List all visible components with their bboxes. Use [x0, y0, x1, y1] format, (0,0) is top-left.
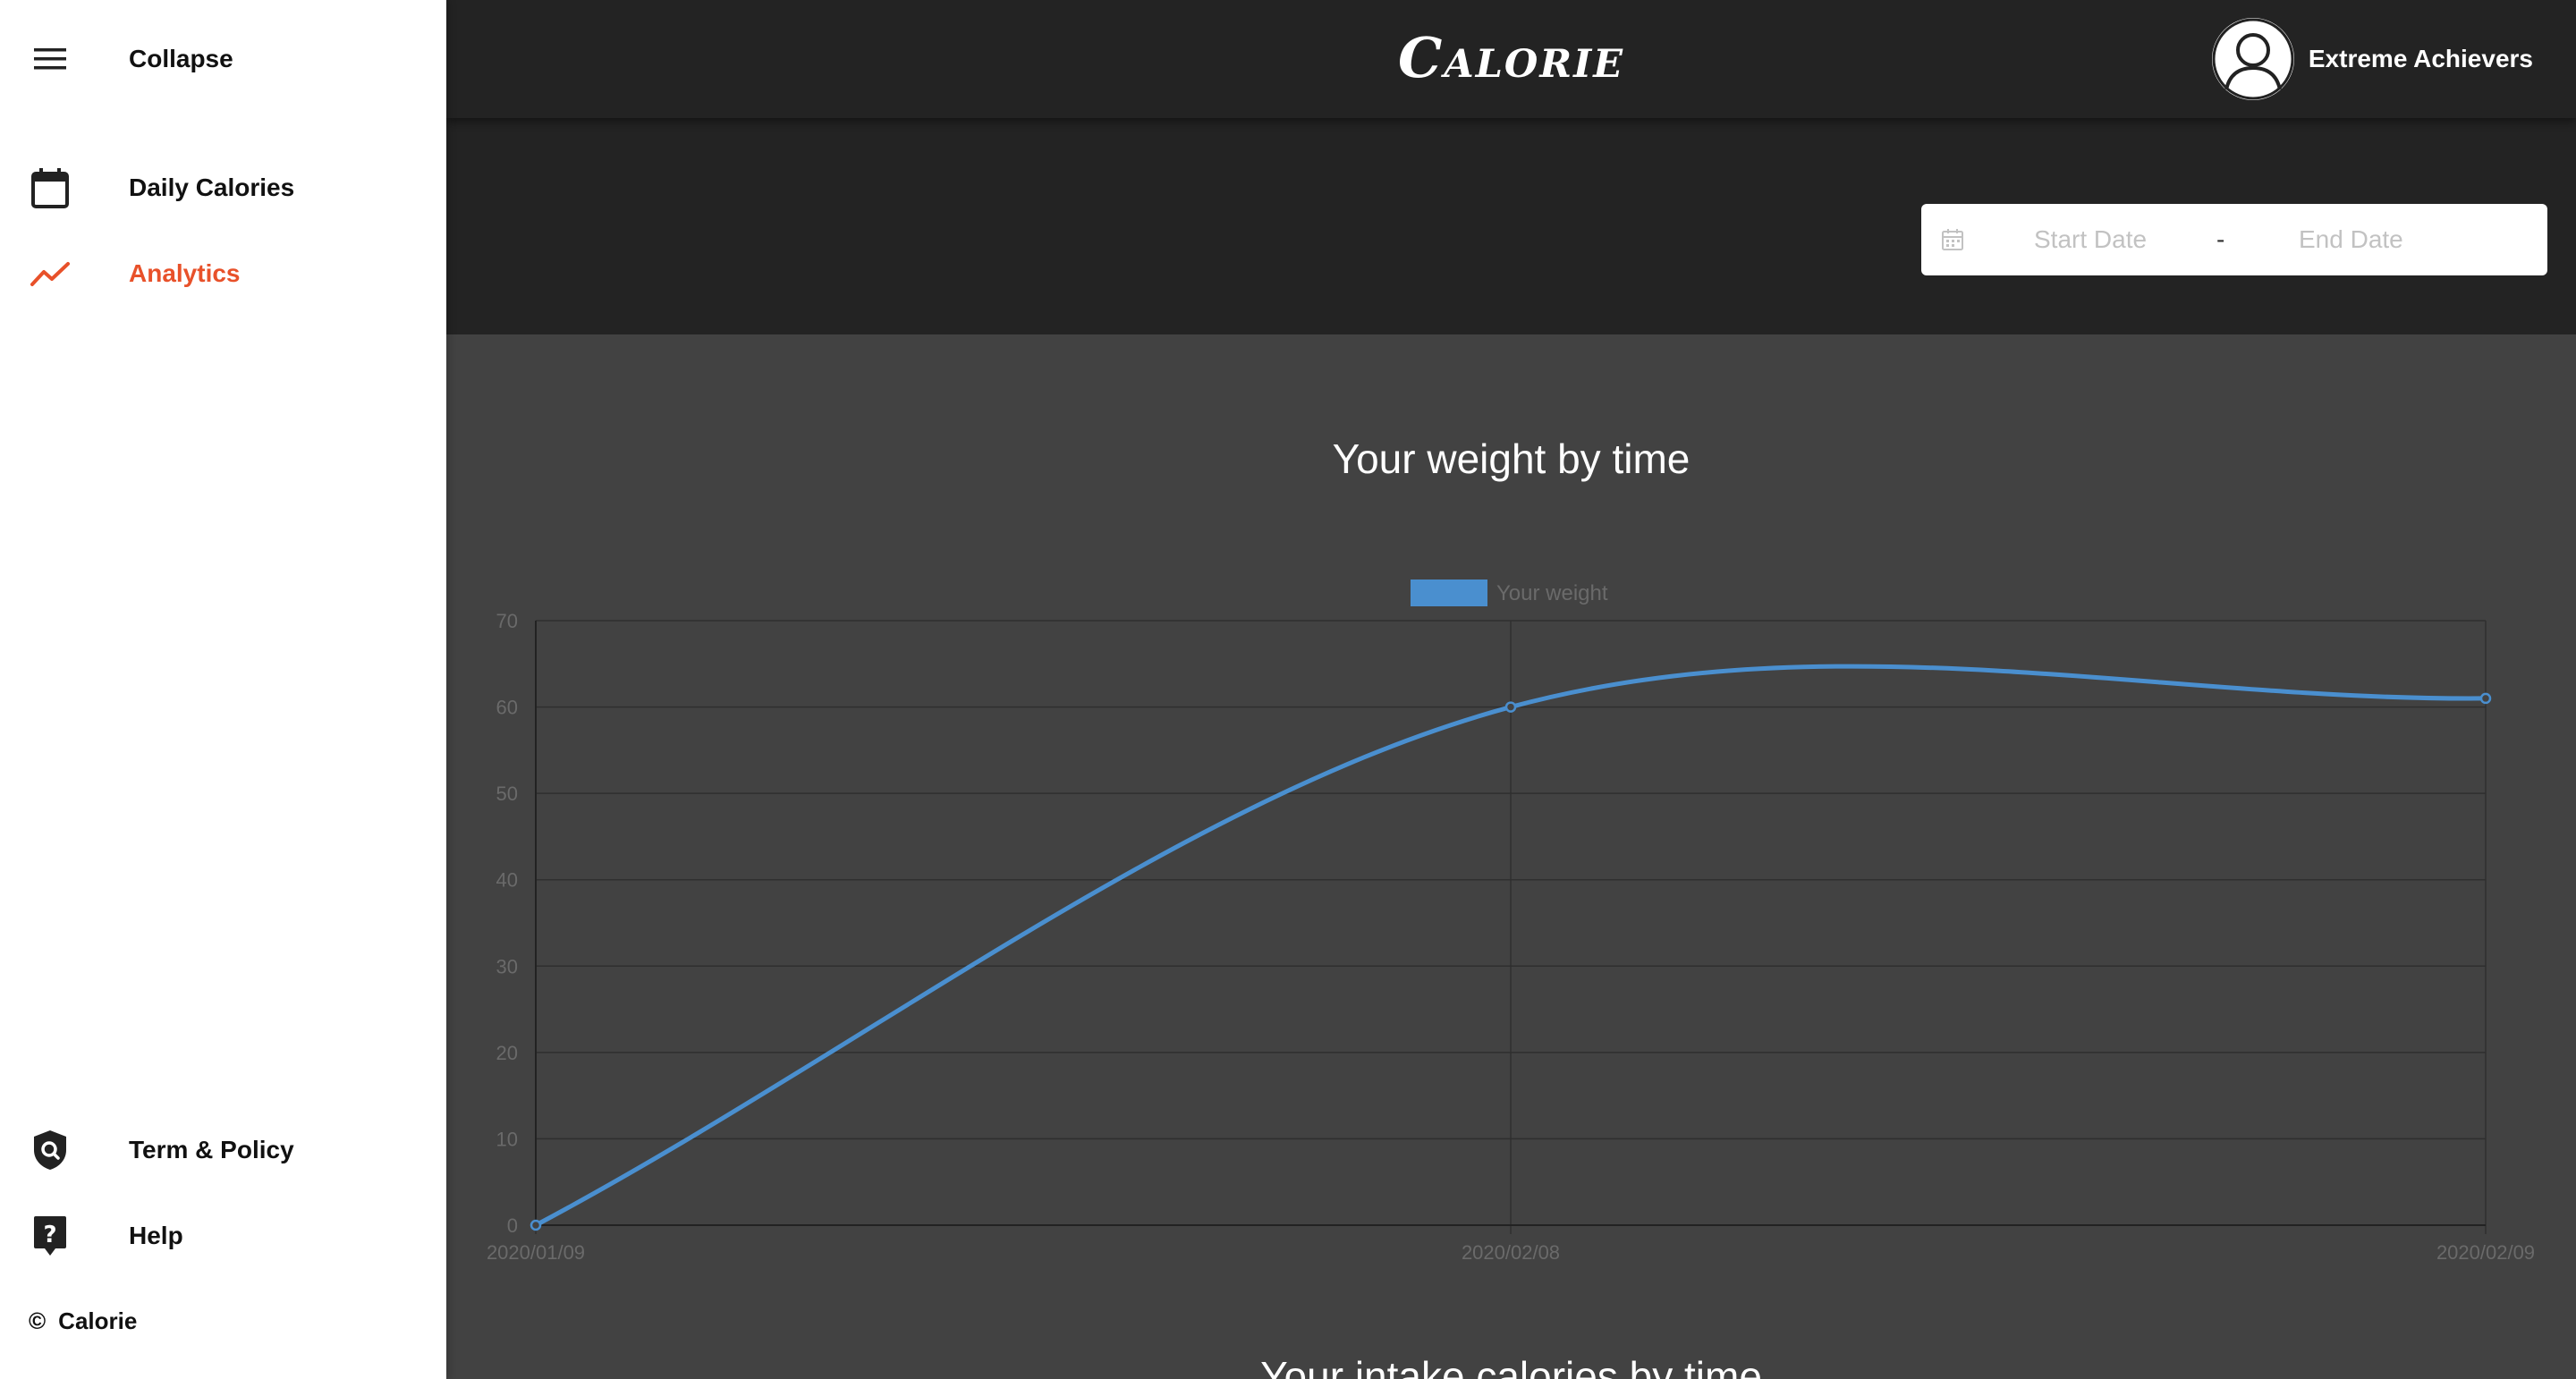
- legend-swatch: [1411, 580, 1487, 606]
- help-icon: ?: [29, 1214, 72, 1257]
- sidebar-item-label: Analytics: [129, 259, 241, 287]
- header: Calorie Extreme Achievers: [446, 0, 2576, 118]
- y-tick-label: 30: [496, 955, 518, 977]
- sidebar-item-label: Help: [129, 1222, 183, 1249]
- x-tick-label: 2020/01/09: [487, 1241, 585, 1264]
- copyright-icon: ©: [29, 1307, 47, 1334]
- end-date-input[interactable]: [2299, 225, 2496, 254]
- user-menu[interactable]: Extreme Achievers: [2211, 18, 2533, 100]
- avatar[interactable]: [2211, 18, 2294, 100]
- trending-up-icon: [29, 252, 72, 295]
- calendar-icon: [1941, 228, 1964, 256]
- y-tick-label: 70: [496, 610, 518, 632]
- next-chart-title: Your intake calories by time: [1260, 1353, 1762, 1379]
- chart-panel: Your weight by time 0 10 20 30 40 50 60 70 2020/…: [446, 334, 2576, 1379]
- sidebar-item-label: Daily Calories: [129, 173, 295, 201]
- date-separator: -: [2216, 225, 2225, 253]
- data-point: [2479, 692, 2492, 705]
- x-tick-label: 2020/02/08: [1462, 1241, 1560, 1264]
- data-point: [530, 1219, 542, 1231]
- sidebar-item-analytics[interactable]: Analytics: [0, 238, 446, 309]
- y-tick-label: 40: [496, 869, 518, 892]
- y-tick-label: 20: [496, 1042, 518, 1064]
- sidebar-item-term-policy[interactable]: Term & Policy: [0, 1114, 446, 1186]
- sidebar-item-label: Term & Policy: [129, 1136, 294, 1163]
- sidebar-footer: © Calorie: [29, 1307, 137, 1335]
- sidebar-item-daily-calories[interactable]: Daily Calories: [0, 152, 446, 224]
- legend-label: Your weight: [1496, 581, 1608, 605]
- y-tick-label: 50: [496, 783, 518, 805]
- y-tick-label: 10: [496, 1128, 518, 1150]
- user-name[interactable]: Extreme Achievers: [2309, 45, 2533, 73]
- x-tick-label: 2020/02/09: [2436, 1241, 2535, 1264]
- menu-icon: [29, 38, 72, 80]
- filter-bar: -: [446, 118, 2576, 334]
- collapse-button[interactable]: Collapse: [0, 23, 446, 95]
- collapse-label: Collapse: [129, 45, 233, 72]
- weight-line-chart: 0 10 20 30 40 50 60 70 2020/01/09 2020/02/08 2020/…: [487, 580, 2535, 1264]
- date-range-picker[interactable]: -: [1921, 204, 2547, 275]
- sidebar: Collapse Daily Calories Analytics Term &…: [0, 0, 446, 1379]
- svg-text:?: ?: [43, 1222, 56, 1248]
- y-tick-label: 0: [507, 1214, 518, 1237]
- calendar-icon: [29, 166, 72, 209]
- footer-brand: Calorie: [58, 1307, 138, 1334]
- y-tick-label: 60: [496, 697, 518, 719]
- shield-search-icon: [29, 1129, 72, 1172]
- sidebar-item-help[interactable]: ? Help: [0, 1200, 446, 1272]
- start-date-input[interactable]: [2034, 225, 2213, 254]
- data-point: [1504, 701, 1517, 713]
